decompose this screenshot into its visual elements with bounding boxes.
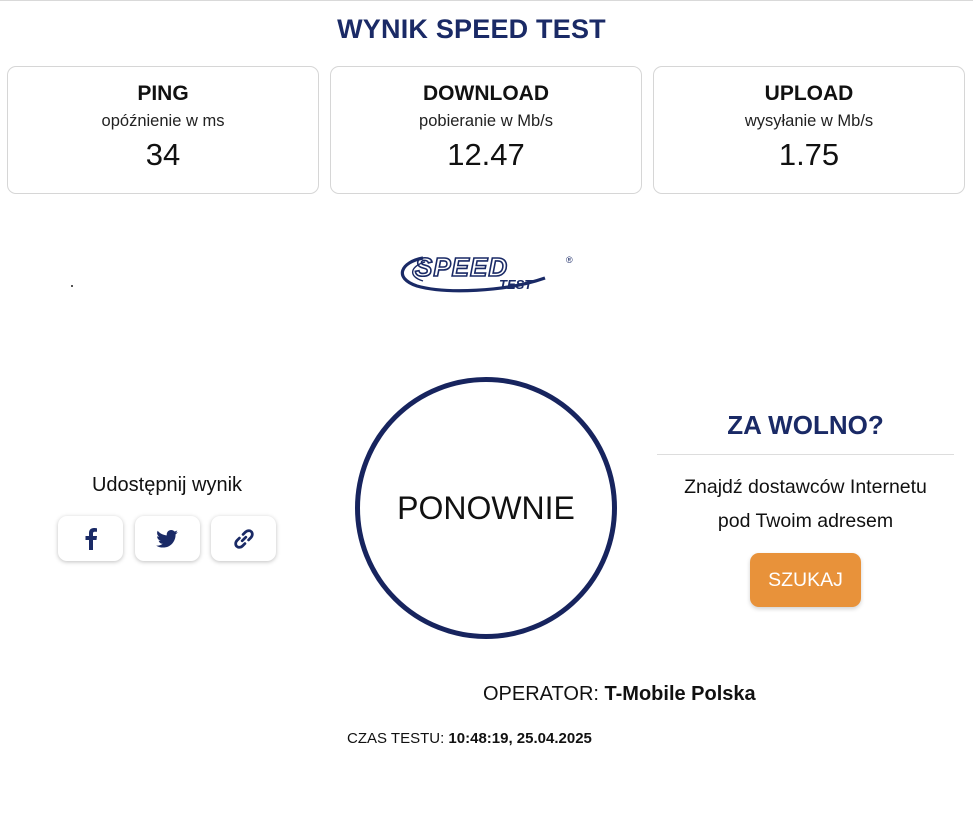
test-time-value: 10:48:19, 25.04.2025 (448, 730, 592, 747)
share-section: Udostępnij wynik (58, 474, 276, 561)
stray-dot (71, 285, 73, 287)
upload-value: 1.75 (778, 137, 840, 172)
speedtest-logo: SPEED TEST ® (400, 251, 573, 293)
upload-card: UPLOAD wysyłanie w Mb/s 1.75 (653, 66, 965, 194)
link-icon (233, 528, 254, 549)
download-title: DOWNLOAD (423, 82, 549, 105)
test-time-label: CZAS TESTU: (347, 730, 445, 747)
too-slow-panel: ZA WOLNO? Znajdź dostawców Internetu pod… (657, 410, 954, 607)
too-slow-text-line2: pod Twoim adresem (717, 510, 894, 532)
ping-card: PING opóźnienie w ms 34 (7, 66, 319, 194)
too-slow-text-line1: Znajdź dostawców Internetu (684, 476, 927, 498)
too-slow-divider (657, 454, 954, 455)
ping-value: 34 (145, 137, 181, 172)
download-subtitle: pobieranie w Mb/s (419, 112, 553, 130)
top-divider (0, 0, 973, 1)
upload-subtitle: wysyłanie w Mb/s (744, 112, 874, 130)
retest-button[interactable]: PONOWNIE (355, 377, 617, 639)
download-value: 12.47 (447, 137, 525, 172)
svg-text:TEST: TEST (499, 277, 533, 292)
twitter-share-button[interactable] (134, 516, 200, 561)
facebook-icon (85, 527, 97, 550)
operator-value: T-Mobile Polska (604, 683, 756, 705)
too-slow-title: ZA WOLNO? (727, 410, 884, 440)
svg-text:®: ® (566, 255, 573, 265)
download-card: DOWNLOAD pobieranie w Mb/s 12.47 (330, 66, 642, 194)
ping-subtitle: opóźnienie w ms (101, 112, 225, 130)
ping-title: PING (137, 82, 189, 105)
test-time-info: CZAS TESTU: 10:48:19, 25.04.2025 (347, 730, 592, 747)
twitter-icon (156, 529, 178, 548)
search-providers-button[interactable]: SZUKAJ (750, 553, 861, 607)
operator-info: OPERATOR: T-Mobile Polska (483, 683, 756, 706)
page-title: WYNIK SPEED TEST (337, 14, 606, 44)
copy-link-button[interactable] (211, 516, 276, 561)
operator-label: OPERATOR: (483, 683, 599, 705)
facebook-share-button[interactable] (58, 516, 123, 561)
svg-text:SPEED: SPEED (415, 252, 508, 282)
share-label: Udostępnij wynik (91, 474, 243, 496)
upload-title: UPLOAD (764, 82, 854, 105)
